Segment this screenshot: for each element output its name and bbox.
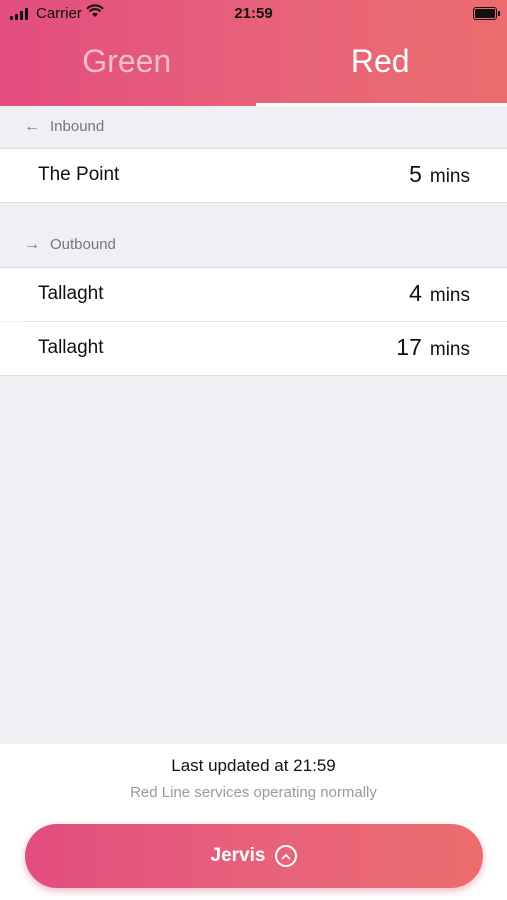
stop-button-label: Jervis (210, 845, 266, 866)
due-time: 5 mins (409, 161, 470, 187)
header: Carrier 21:59 Green Red (0, 0, 507, 106)
status-bar: Carrier 21:59 (0, 0, 507, 28)
status-time: 21:59 (234, 5, 273, 22)
chevron-up-circle-icon (275, 845, 298, 867)
inbound-label: Inbound (50, 118, 105, 135)
list-item[interactable]: Tallaght 4 mins (0, 268, 507, 321)
inbound-section-header: ← Inbound (0, 106, 507, 148)
due-time: 17 mins (396, 334, 470, 360)
stop-selector-button[interactable]: Jervis (25, 824, 483, 888)
last-updated-text: Last updated at 21:59 (171, 756, 336, 775)
due-time: 4 mins (409, 280, 470, 306)
list-item[interactable]: The Point 5 mins (0, 149, 507, 202)
destination-name: Tallaght (38, 337, 104, 358)
battery-icon (473, 7, 500, 20)
divider (0, 375, 507, 376)
arrow-left-icon: ← (24, 118, 40, 135)
line-tabs: Green Red (0, 36, 507, 106)
divider (0, 202, 507, 203)
service-status-text: Red Line services operating normally (130, 784, 377, 801)
arrow-right-icon: → (24, 236, 40, 253)
outbound-label: Outbound (50, 236, 116, 253)
tab-red[interactable]: Red (254, 36, 507, 106)
footer: Last updated at 21:59 Red Line services … (0, 744, 507, 900)
outbound-section-header: → Outbound (0, 224, 507, 266)
destination-name: Tallaght (38, 283, 104, 304)
list-item[interactable]: Tallaght 17 mins (0, 322, 507, 375)
tab-green[interactable]: Green (0, 36, 254, 106)
destination-name: The Point (38, 164, 120, 185)
